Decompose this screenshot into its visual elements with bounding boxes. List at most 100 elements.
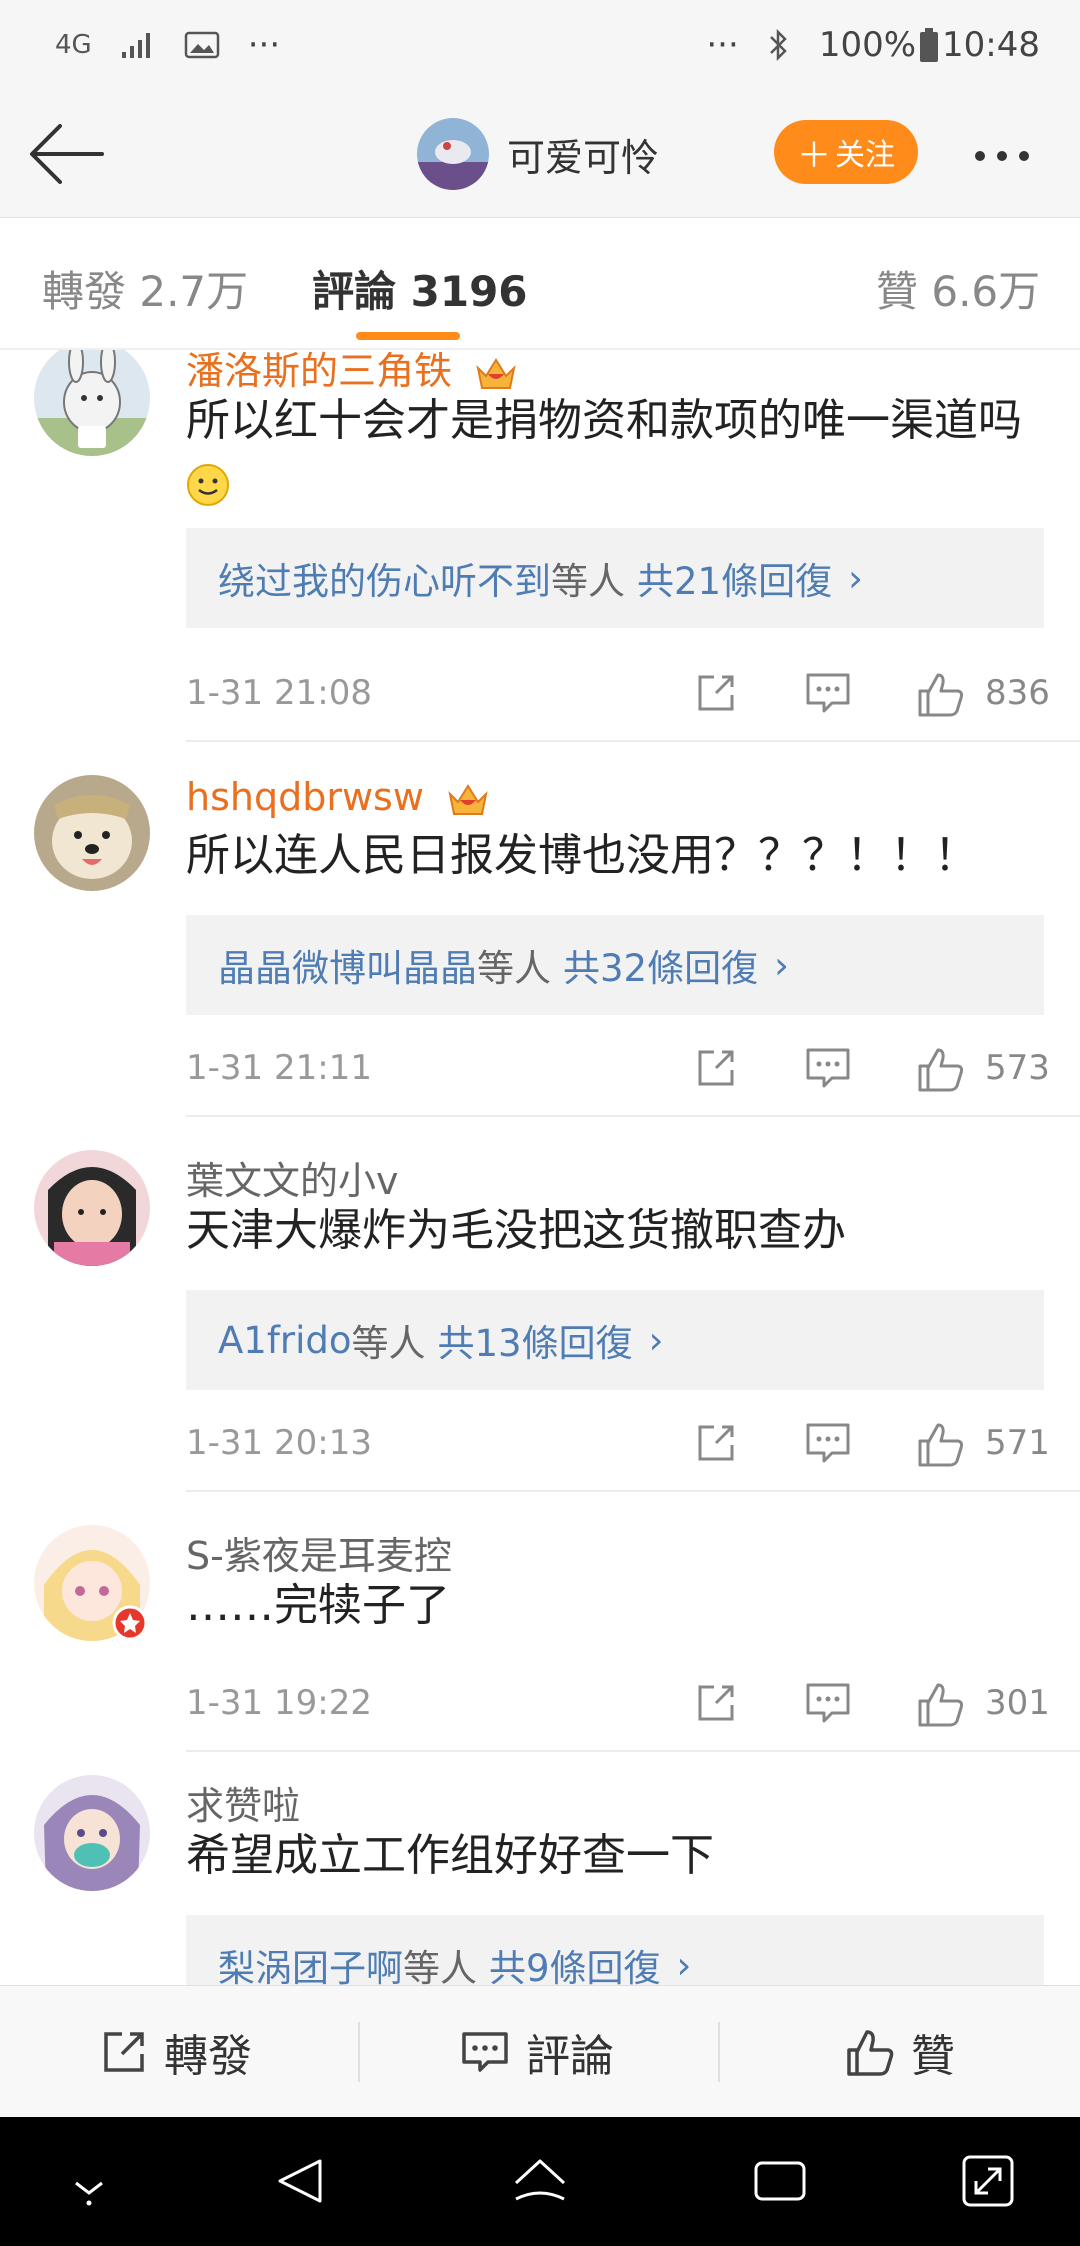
follow-button[interactable]: ＋ 关注: [774, 120, 918, 184]
status-bar: 4G ··· ··· 100% 10:48: [0, 0, 1080, 90]
share-icon[interactable]: [694, 671, 738, 715]
comment-text: 希望成立工作组好好查一下: [186, 1830, 714, 1881]
header-username[interactable]: 可爱可怜: [507, 127, 659, 182]
clock: 10:48: [942, 25, 1040, 65]
smile-emoji-icon: [187, 464, 229, 506]
separator: [358, 2022, 360, 2082]
comment-time: 1-31 20:13: [186, 1423, 372, 1463]
back-nav-icon[interactable]: [272, 2153, 328, 2209]
chevron-right-icon: ›: [676, 1943, 692, 1986]
like-count: 301: [985, 1683, 1050, 1723]
like-label: 贊: [911, 2031, 955, 2082]
comment-meta: 1-31 21:08 836: [186, 665, 1050, 725]
comment-label: 評論: [526, 2031, 614, 2082]
reply-summary[interactable]: A1frido 等人 共13條回復 ›: [186, 1290, 1044, 1390]
divider: [186, 1115, 1080, 1117]
comment-meta: 1-31 19:22 301: [186, 1675, 1050, 1735]
vip-crown-icon: [448, 783, 488, 815]
repost-button[interactable]: 轉發: [100, 2018, 252, 2086]
chevron-right-icon: ›: [848, 556, 863, 600]
bottom-action-bar: 轉發 評論 贊: [0, 1985, 1080, 2117]
avatar[interactable]: [34, 1775, 150, 1891]
comment-author-name[interactable]: 葉文文的小v: [186, 1150, 399, 1205]
more-dot-icon: [975, 151, 985, 161]
comment-button[interactable]: 評論: [460, 2018, 614, 2086]
reply-summary[interactable]: 晶晶微博叫晶晶 等人 共32條回復 ›: [186, 915, 1044, 1015]
signal-icon: [121, 33, 150, 58]
comment-author[interactable]: hshqdbrwsw: [186, 775, 490, 820]
battery-percent: 100%: [818, 25, 917, 65]
tab-comments[interactable]: 評論 3196: [312, 258, 528, 319]
recent-apps-icon[interactable]: [750, 2153, 810, 2209]
share-icon[interactable]: [694, 1681, 738, 1725]
header-avatar[interactable]: [417, 118, 489, 190]
comment-meta: 1-31 20:13 571: [186, 1415, 1050, 1475]
tab-likes[interactable]: 贊 6.6万: [876, 258, 1040, 319]
separator: [718, 2022, 720, 2082]
comment-text: 天津大爆炸为毛没把这货撤职查办: [186, 1205, 846, 1256]
comment-bubble-icon[interactable]: [804, 1681, 852, 1725]
active-tab-indicator: [356, 332, 460, 340]
expand-icon[interactable]: [960, 2153, 1016, 2209]
status-more-right: ···: [706, 25, 739, 65]
follow-label: 关注: [835, 138, 895, 173]
hide-keyboard-icon[interactable]: [64, 2167, 114, 2207]
like-thumb-icon[interactable]: [916, 671, 966, 717]
divider: [186, 1490, 1080, 1492]
comment-bubble-icon[interactable]: [804, 1421, 852, 1465]
network-indicator: 4G: [55, 30, 92, 60]
like-thumb-icon[interactable]: [916, 1046, 966, 1092]
divider: [186, 1750, 1080, 1752]
like-count: 836: [985, 673, 1050, 713]
like-count: 573: [985, 1048, 1050, 1088]
comment-icon: [462, 2032, 508, 2072]
gallery-icon: [184, 31, 219, 59]
battery-icon: [920, 28, 939, 62]
tab-bar: 轉發 2.7万 評論 3196 贊 6.6万: [0, 218, 1080, 350]
tab-reposts[interactable]: 轉發 2.7万: [42, 258, 248, 319]
avatar[interactable]: [34, 775, 150, 891]
home-nav-icon[interactable]: [510, 2153, 570, 2209]
like-thumb-icon[interactable]: [916, 1421, 966, 1467]
comment-bubble-icon[interactable]: [804, 671, 852, 715]
share-icon[interactable]: [694, 1046, 738, 1090]
like-button[interactable]: 贊: [845, 2018, 955, 2086]
system-nav-bar: [0, 2117, 1080, 2246]
share-icon[interactable]: [694, 1421, 738, 1465]
back-arrow-icon: [30, 124, 104, 184]
back-button[interactable]: [26, 118, 108, 190]
reply-summary[interactable]: 梨涡团子啊 等人 共9條回復 ›: [186, 1915, 1044, 1985]
comment-author[interactable]: 潘洛斯的三角铁: [186, 350, 518, 395]
vip-crown-icon: [476, 357, 516, 389]
bluetooth-icon: [769, 28, 787, 62]
plus-icon: ＋: [797, 135, 831, 176]
repost-label: 轉發: [164, 2031, 252, 2082]
status-more: ···: [247, 25, 281, 65]
comment-author-name: hshqdbrwsw: [186, 775, 424, 819]
comment-bubble-icon[interactable]: [804, 1046, 852, 1090]
like-thumb-icon[interactable]: [916, 1681, 966, 1727]
comment-time: 1-31 19:22: [186, 1683, 372, 1723]
comment-author-name: 潘洛斯的三角铁: [186, 350, 453, 393]
chevron-right-icon: ›: [648, 1318, 664, 1362]
comment-text: 所以红十会才是捐物资和款项的唯一渠道吗: [186, 390, 1046, 514]
like-count: 571: [985, 1423, 1050, 1463]
top-header: 可爱可怜 ＋ 关注: [0, 90, 1080, 218]
comment-list[interactable]: 潘洛斯的三角铁 所以红十会才是捐物资和款项的唯一渠道吗 绕过我的伤心听不到 等人…: [0, 350, 1080, 1985]
reply-summary[interactable]: 绕过我的伤心听不到 等人 共21條回復 ›: [186, 528, 1044, 628]
divider: [186, 740, 1080, 742]
comment-author-name[interactable]: 求赞啦: [186, 1775, 300, 1830]
chevron-right-icon: ›: [774, 943, 789, 987]
comment-text: 所以连人民日报发博也没用？？？！！！: [186, 830, 978, 881]
repost-icon: [104, 2032, 144, 2072]
avatar[interactable]: [34, 1150, 150, 1266]
comment-time: 1-31 21:11: [186, 1048, 372, 1088]
avatar[interactable]: [34, 350, 150, 456]
comment-time: 1-31 21:08: [186, 673, 372, 713]
like-icon: [847, 2030, 894, 2076]
avatar[interactable]: [34, 1525, 150, 1641]
comment-meta: 1-31 21:11 573: [186, 1040, 1050, 1100]
more-options-button[interactable]: [975, 136, 1055, 176]
comment-author-name[interactable]: S-紫夜是耳麦控: [186, 1525, 452, 1580]
comment-text: ……完犊子了: [186, 1580, 450, 1631]
